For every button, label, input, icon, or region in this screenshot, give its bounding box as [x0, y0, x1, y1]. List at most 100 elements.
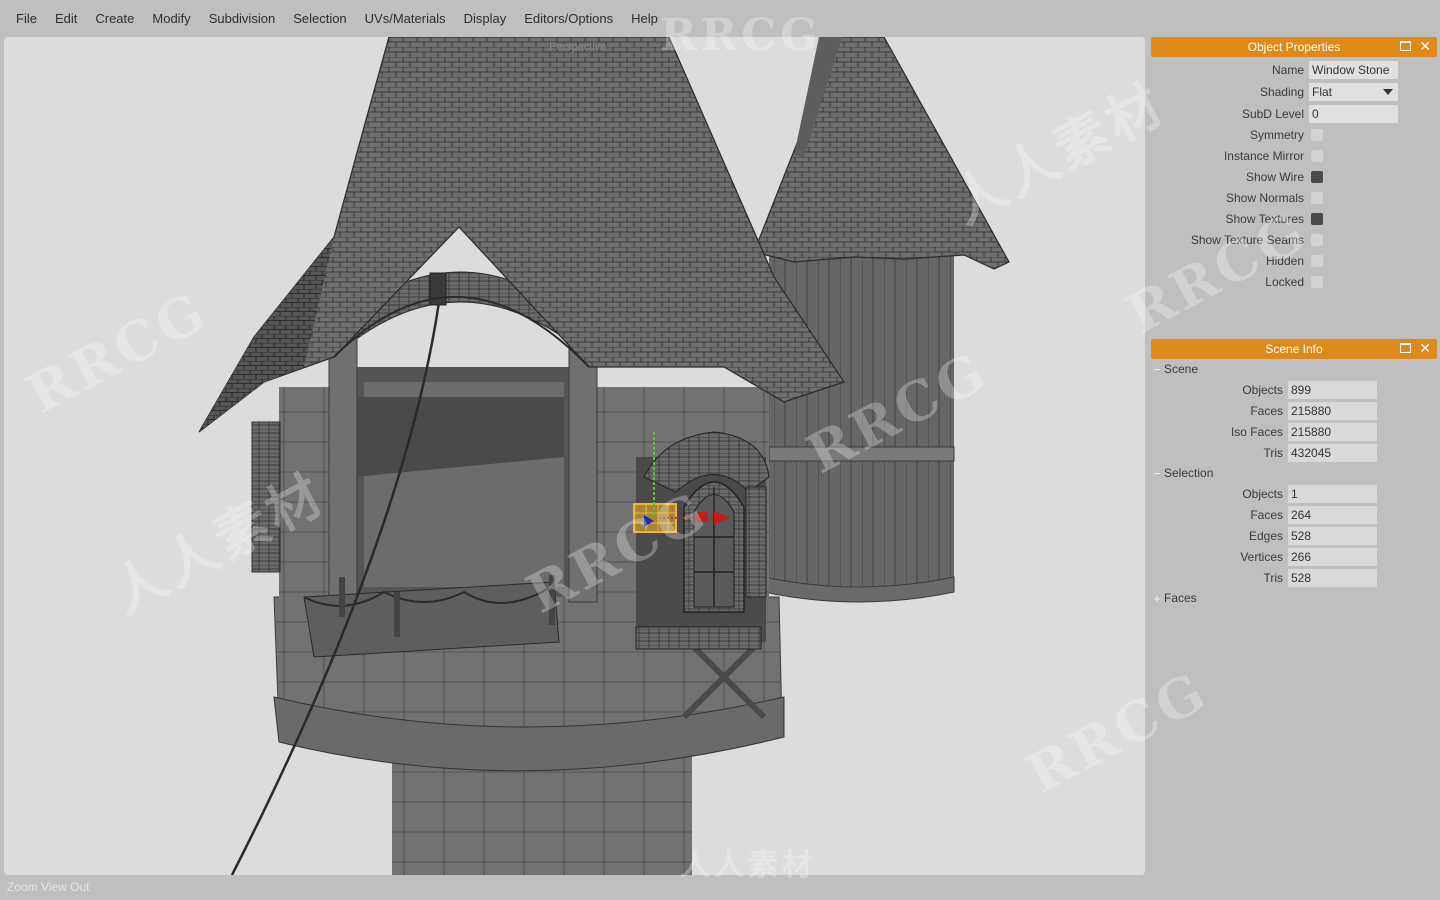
checkbox-instance-mirror[interactable]	[1311, 149, 1323, 162]
menu-modify[interactable]: Modify	[152, 11, 190, 26]
menu-bar: File Edit Create Modify Subdivision Sele…	[0, 0, 1440, 36]
toggle-row: Show Wire	[1151, 166, 1437, 187]
name-label: Name	[1271, 62, 1304, 77]
stat-label: Objects	[1242, 382, 1283, 397]
status-bar-text: Zoom View Out	[7, 880, 90, 894]
collapse-icon: −	[1153, 465, 1161, 481]
menu-help[interactable]: Help	[631, 11, 658, 26]
stat-value: 432045	[1288, 443, 1377, 462]
toggle-row: Locked	[1151, 271, 1437, 292]
stat-row: Faces 264	[1151, 504, 1437, 525]
collapse-icon: −	[1153, 361, 1161, 377]
toggle-label: Instance Mirror	[1223, 148, 1304, 163]
stat-label: Vertices	[1240, 549, 1283, 564]
toggle-row: Show Normals	[1151, 187, 1437, 208]
menu-display[interactable]: Display	[464, 11, 507, 26]
checkbox-show-wire[interactable]	[1311, 170, 1323, 183]
toggle-row: Hidden	[1151, 250, 1437, 271]
toggle-row: Symmetry	[1151, 124, 1437, 145]
menu-create[interactable]: Create	[95, 11, 134, 26]
shading-label: Shading	[1259, 84, 1304, 99]
maximize-icon[interactable]	[1400, 41, 1412, 51]
stat-row: Tris 432045	[1151, 442, 1437, 463]
menu-uvs-materials[interactable]: UVs/Materials	[365, 11, 446, 26]
scene-info-header: Scene Info ✕	[1151, 339, 1437, 359]
scene-info-panel: Scene Info ✕ − Scene Objects 899 Faces 2158…	[1151, 339, 1437, 608]
toggle-label: Locked	[1265, 274, 1304, 289]
name-field[interactable]: Window Stone	[1309, 60, 1398, 79]
stat-label: Tris	[1263, 570, 1283, 585]
camera-label: Perspective	[549, 41, 607, 53]
stat-value: 528	[1288, 526, 1377, 545]
expand-icon: +	[1153, 590, 1161, 606]
toggle-row: Show Texture Seams	[1151, 229, 1437, 250]
selection-stats: Objects 1 Faces 264 Edges 528 Vertices 266 Tris 5…	[1151, 483, 1437, 588]
toggle-label: Show Wire	[1245, 169, 1304, 184]
subd-level-field[interactable]: 0	[1309, 104, 1398, 123]
toggle-label: Show Normals	[1225, 190, 1304, 205]
stat-row: Tris 528	[1151, 567, 1437, 588]
stat-value: 899	[1288, 380, 1377, 399]
stat-label: Faces	[1250, 507, 1283, 522]
faces-section-label: Faces	[1164, 591, 1197, 605]
checkbox-show-texture-seams[interactable]	[1311, 233, 1323, 246]
stat-label: Objects	[1242, 486, 1283, 501]
menu-editors-options[interactable]: Editors/Options	[524, 11, 613, 26]
scene-section-label: Scene	[1164, 362, 1199, 376]
stat-row: Faces 215880	[1151, 400, 1437, 421]
subd-label: SubD Level	[1241, 106, 1304, 121]
stat-label: Edges	[1248, 528, 1283, 543]
stat-row: Edges 528	[1151, 525, 1437, 546]
stat-value: 215880	[1288, 401, 1377, 420]
toggle-label: Show Texture Seams	[1190, 232, 1304, 247]
toggle-label: Show Textures	[1225, 211, 1305, 226]
pulley	[429, 272, 447, 306]
checkbox-hidden[interactable]	[1311, 254, 1323, 267]
menu-subdivision[interactable]: Subdivision	[209, 11, 276, 26]
faces-section-toggle[interactable]: + Faces	[1151, 588, 1437, 608]
object-properties-header: Object Properties ✕	[1151, 37, 1437, 57]
subd-row: SubD Level 0	[1151, 103, 1437, 124]
object-properties-title: Object Properties	[1247, 40, 1341, 54]
stat-value: 215880	[1288, 422, 1377, 441]
toggle-row: Instance Mirror	[1151, 145, 1437, 166]
menu-edit[interactable]: Edit	[55, 11, 77, 26]
close-icon[interactable]: ✕	[1419, 341, 1431, 355]
stat-label: Iso Faces	[1230, 424, 1283, 439]
stat-value: 1	[1288, 484, 1377, 503]
chevron-down-icon	[1383, 88, 1393, 95]
stat-row: Iso Faces 215880	[1151, 421, 1437, 442]
stat-label: Tris	[1263, 445, 1283, 460]
close-icon[interactable]: ✕	[1419, 39, 1431, 53]
checkbox-locked[interactable]	[1311, 275, 1323, 288]
selection-section-toggle[interactable]: − Selection	[1151, 463, 1437, 483]
menu-file[interactable]: File	[16, 11, 37, 26]
checkbox-symmetry[interactable]	[1311, 128, 1323, 141]
3d-viewport[interactable]: Perspective	[4, 37, 1145, 875]
stat-value: 266	[1288, 547, 1377, 566]
stat-label: Faces	[1250, 403, 1283, 418]
checkbox-show-normals[interactable]	[1311, 191, 1323, 204]
maximize-icon[interactable]	[1400, 343, 1412, 353]
shading-select[interactable]: Flat	[1309, 82, 1398, 101]
toggle-label: Symmetry	[1250, 127, 1304, 142]
checkbox-show-textures[interactable]	[1311, 212, 1323, 225]
window-stone-frame	[635, 431, 770, 650]
stat-row: Objects 1	[1151, 483, 1437, 504]
scene-stats: Objects 899 Faces 215880 Iso Faces 215880 Tris…	[1151, 379, 1437, 463]
menu-selection[interactable]: Selection	[293, 11, 346, 26]
scene-section-toggle[interactable]: − Scene	[1151, 359, 1437, 379]
stat-value: 528	[1288, 568, 1377, 587]
scene-render	[198, 37, 1010, 875]
selection-section-label: Selection	[1164, 466, 1214, 480]
shading-value: Flat	[1312, 84, 1333, 99]
toggle-list: Symmetry Instance Mirror Show Wire Show Nor…	[1151, 124, 1437, 292]
scene-info-title: Scene Info	[1265, 342, 1323, 356]
object-properties-panel: Object Properties ✕ Name Window Stone Sh…	[1151, 37, 1437, 292]
name-row: Name Window Stone	[1151, 59, 1437, 80]
toggle-label: Hidden	[1265, 253, 1304, 268]
stat-row: Vertices 266	[1151, 546, 1437, 567]
shading-row: Shading Flat	[1151, 81, 1437, 102]
stat-row: Objects 899	[1151, 379, 1437, 400]
stat-value: 264	[1288, 505, 1377, 524]
